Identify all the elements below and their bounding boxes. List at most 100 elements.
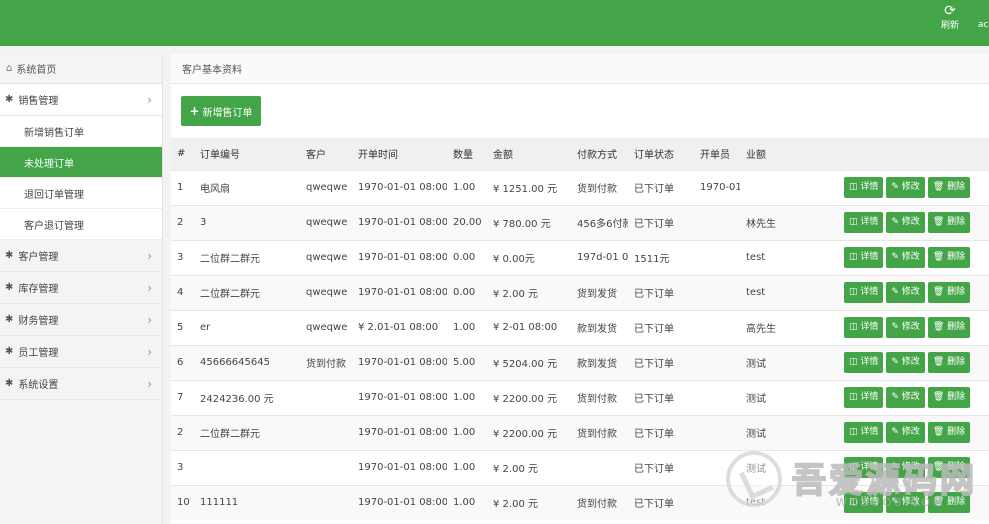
table-cell: 1.00: [453, 322, 476, 333]
detail-button-label: 详情: [860, 322, 879, 332]
user-menu[interactable]: ac: [978, 20, 988, 30]
table-cell: 已下订单: [634, 394, 674, 405]
chevron-right-icon: ›: [147, 312, 152, 327]
sidebar-item-inventory[interactable]: ✱ 库存管理 ›: [0, 272, 162, 304]
edit-button[interactable]: ✎ 修改: [886, 177, 925, 198]
table-cell: 款到发货: [577, 359, 617, 370]
table-cell: 7: [177, 392, 184, 403]
delete-button[interactable]: 🗑 删除: [927, 352, 971, 373]
delete-button-label: 删除: [947, 357, 966, 367]
table-cell: 20.00: [453, 217, 482, 228]
table-cell: ¥ 2.00 元: [493, 464, 538, 475]
delete-button[interactable]: 🗑 删除: [927, 317, 971, 338]
table-cell: [694, 240, 740, 275]
refresh-icon: ⟳: [944, 3, 956, 19]
table-cell: er: [200, 322, 211, 333]
chevron-right-icon: ›: [147, 92, 152, 107]
delete-button-label: 删除: [947, 182, 966, 192]
trash-icon: 🗑: [932, 182, 948, 192]
table-row: 7 24242З6.00 元 1970-01-01 08:00 1.00 ¥ 2200.…: [171, 380, 989, 415]
sidebar-item-settings[interactable]: ✱ 系统设置 ›: [0, 368, 162, 400]
detail-button-label: 详情: [860, 287, 879, 297]
delete-button[interactable]: 🗑 删除: [927, 282, 971, 303]
detail-icon: ◫: [849, 182, 861, 192]
sidebar-subitem-returned-orders[interactable]: 退回订单管理: [0, 178, 162, 209]
row-actions: ◫ 详情 ✎ 修改 🗑 删除: [844, 345, 989, 380]
detail-button[interactable]: ◫ 详情: [844, 282, 884, 303]
column-header: 数量: [453, 150, 473, 162]
table-cell: 货到付款: [577, 184, 617, 195]
detail-button[interactable]: ◫ 详情: [844, 212, 884, 233]
breadcrumb: 客户基本资料: [171, 54, 989, 84]
edit-button[interactable]: ✎ 修改: [886, 422, 925, 443]
refresh-button[interactable]: ⟳ 刷新: [936, 3, 964, 33]
table-cell: 林先生: [746, 219, 776, 230]
table-cell: 2: [177, 217, 184, 228]
detail-button[interactable]: ◫ 详情: [844, 352, 884, 373]
table-header-row: # 订单编号 客户 开单时间 数量 金额 付款方式 订单状态 开单员 业额: [171, 138, 989, 170]
table-cell: 测试: [746, 359, 766, 370]
edit-button-label: 修改: [901, 357, 920, 367]
table-cell: 已下订单: [634, 359, 674, 370]
row-actions: ◫ 详情 ✎ 修改 🗑 删除: [844, 310, 989, 345]
table-row: 1 电风扇 qweqwe 1970-01-01 08:00 1.00 ¥ 1251.00 …: [171, 170, 989, 205]
detail-button[interactable]: ◫ 详情: [844, 422, 884, 443]
detail-button[interactable]: ◫ 详情: [844, 317, 884, 338]
detail-icon: ◫: [849, 322, 861, 332]
table-cell: 1970-01-01 08:00: [358, 252, 447, 263]
table-cell: 已下订单: [634, 289, 674, 300]
edit-button[interactable]: ✎ 修改: [886, 212, 925, 233]
sidebar-subitem-unprocessed-orders[interactable]: 未处理订单: [0, 147, 162, 178]
table-cell: ¥ 5204.00 元: [493, 359, 558, 370]
table-cell: 1511元: [634, 254, 670, 265]
delete-button[interactable]: 🗑 删除: [927, 387, 971, 408]
detail-button[interactable]: ◫ 详情: [844, 387, 884, 408]
delete-button[interactable]: 🗑 删除: [927, 247, 971, 268]
column-header: 客户: [306, 150, 326, 162]
gear-icon: ✱: [5, 314, 14, 325]
table-cell: 货到付款: [577, 394, 617, 405]
delete-button[interactable]: 🗑 删除: [927, 177, 971, 198]
table-cell: ¥ 780.00 元: [493, 219, 551, 230]
detail-button[interactable]: ◫ 详情: [844, 177, 884, 198]
plus-icon: +: [189, 104, 200, 118]
table-cell: qweqwe: [306, 322, 348, 333]
sidebar-item-sales[interactable]: ✱ 销售管理 ›: [0, 84, 162, 116]
table-cell: ¥ 2.01-01 08:00: [358, 322, 439, 333]
edit-button[interactable]: ✎ 修改: [886, 247, 925, 268]
delete-button[interactable]: 🗑 删除: [927, 422, 971, 443]
edit-button[interactable]: ✎ 修改: [886, 282, 925, 303]
column-header: #: [177, 148, 186, 160]
sidebar-subitem-customer-cancellations[interactable]: 客户退订管理: [0, 209, 162, 240]
sidebar-item-customers[interactable]: ✱ 客户管理 ›: [0, 240, 162, 272]
delete-button-label: 删除: [947, 427, 966, 437]
add-sales-order-button[interactable]: + 新增售订单: [181, 96, 261, 126]
table-cell: 货到付款: [577, 429, 617, 440]
edit-button[interactable]: ✎ 修改: [886, 317, 925, 338]
edit-button[interactable]: ✎ 修改: [886, 387, 925, 408]
detail-button[interactable]: ◫ 详情: [844, 247, 884, 268]
trash-icon: 🗑: [932, 427, 948, 437]
sidebar-subitem-new-sales-order[interactable]: 新增销售订单: [0, 116, 162, 147]
detail-icon: ◫: [849, 392, 861, 402]
table-cell: qweqwe: [306, 182, 348, 193]
watermark-sub: WOSUO8.COM: [836, 496, 946, 509]
trash-icon: 🗑: [932, 322, 948, 332]
table-cell: 二位群二群元: [200, 429, 260, 440]
table-cell: 1.00: [453, 462, 476, 473]
sidebar-item-home[interactable]: ⌂ 系统首页: [0, 54, 162, 84]
table-row: 5 er qweqwe ¥ 2.01-01 08:00 1.00 ¥ 2-01 08:00…: [171, 310, 989, 345]
gear-icon: ✱: [5, 282, 14, 293]
detail-button-label: 详情: [860, 357, 879, 367]
edit-icon: ✎: [891, 322, 902, 332]
delete-button[interactable]: 🗑 删除: [927, 212, 971, 233]
sidebar-item-finance[interactable]: ✱ 财务管理 ›: [0, 304, 162, 336]
table-cell: 已下订单: [634, 324, 674, 335]
edit-button[interactable]: ✎ 修改: [886, 352, 925, 373]
table-cell: 456多6付款: [577, 219, 628, 230]
detail-button-label: 详情: [860, 182, 879, 192]
sidebar-item-staff[interactable]: ✱ 员工管理 ›: [0, 336, 162, 368]
chevron-right-icon: ›: [147, 280, 152, 295]
edit-button-label: 修改: [901, 217, 920, 227]
delete-button-label: 删除: [947, 287, 966, 297]
